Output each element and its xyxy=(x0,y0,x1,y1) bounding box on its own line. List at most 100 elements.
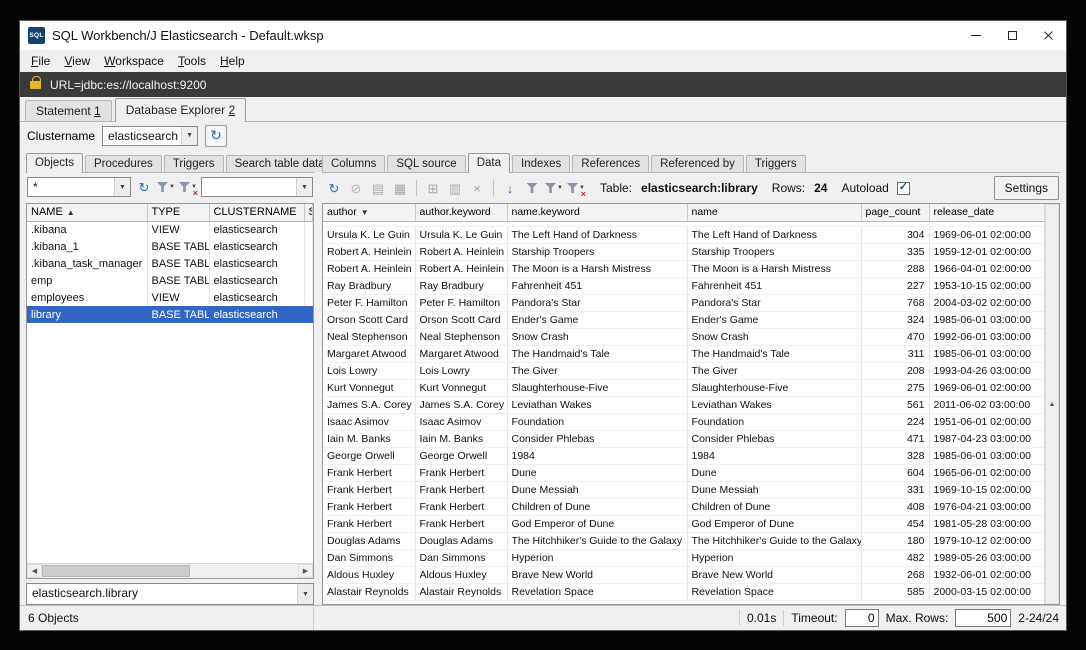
data-row[interactable]: Alastair ReynoldsAlastair ReynoldsRevela… xyxy=(323,583,1044,600)
object-cell[interactable] xyxy=(304,238,313,255)
data-cell[interactable]: Dune xyxy=(687,464,861,481)
data-cell[interactable]: Kurt Vonnegut xyxy=(415,379,507,396)
data-cell[interactable]: Margaret Atwood xyxy=(415,345,507,362)
data-cell[interactable]: Pandora's Star xyxy=(507,294,687,311)
data-row[interactable]: Frank HerbertFrank HerbertDune MessiahDu… xyxy=(323,481,1044,498)
data-cell[interactable]: Iain M. Banks xyxy=(415,430,507,447)
tab-statement-1[interactable]: Statement 1 xyxy=(25,100,112,121)
data-row[interactable]: Orson Scott CardOrson Scott CardEnder's … xyxy=(323,311,1044,328)
objects-col-clustername[interactable]: CLUSTERNAME xyxy=(209,204,304,221)
data-cell[interactable]: Slaughterhouse-Five xyxy=(687,379,861,396)
objects-col-s[interactable]: S xyxy=(304,204,313,221)
data-vertical-scrollbar[interactable]: ▲ ▼ xyxy=(1044,204,1059,604)
clustername-select[interactable]: elasticsearch ▼ xyxy=(102,126,198,146)
data-cell[interactable]: Pandora's Star xyxy=(687,294,861,311)
data-cell[interactable]: Foundation xyxy=(507,413,687,430)
data-row[interactable]: Kurt VonnegutKurt VonnegutSlaughterhouse… xyxy=(323,379,1044,396)
data-row[interactable]: Ray BradburyRay BradburyFahrenheit 451Fa… xyxy=(323,277,1044,294)
object-cell[interactable]: employees xyxy=(27,289,147,306)
data-cell[interactable]: 335 xyxy=(861,243,929,260)
data-cell[interactable]: Dan Simmons xyxy=(323,549,415,566)
data-col-author-keyword[interactable]: author.keyword xyxy=(415,204,507,221)
data-cell[interactable]: 275 xyxy=(861,379,929,396)
data-cell[interactable]: Alastair Reynolds xyxy=(323,583,415,600)
data-cell[interactable]: James S.A. Corey xyxy=(415,396,507,413)
object-cell[interactable]: BASE TABLE xyxy=(147,238,209,255)
insert-row-icon[interactable]: ⊞ xyxy=(423,178,443,198)
data-cell[interactable]: 2011-06-02 03:00:00 xyxy=(929,396,1044,413)
data-cell[interactable]: George Orwell xyxy=(323,447,415,464)
filter-dropdown-icon[interactable]: ▼ xyxy=(156,177,176,197)
data-cell[interactable]: 1989-05-26 03:00:00 xyxy=(929,549,1044,566)
object-cell[interactable]: library xyxy=(27,306,147,323)
data-col-release-date[interactable]: release_date xyxy=(929,204,1044,221)
objects-horizontal-scrollbar[interactable]: ◀ ▶ xyxy=(27,563,313,578)
copy-row-icon[interactable]: ▥ xyxy=(445,178,465,198)
data-cell[interactable]: 2004-03-02 02:00:00 xyxy=(929,294,1044,311)
data-cell[interactable]: Frank Herbert xyxy=(415,464,507,481)
data-cell[interactable]: James S.A. Corey xyxy=(323,396,415,413)
object-filter-select[interactable]: * ▼ xyxy=(27,177,131,197)
object-cell[interactable]: .kibana_1 xyxy=(27,238,147,255)
object-cell[interactable] xyxy=(304,306,313,323)
scroll-right-button[interactable]: ▶ xyxy=(298,564,313,578)
data-cell[interactable]: Frank Herbert xyxy=(415,498,507,515)
data-cell[interactable]: 304 xyxy=(861,226,929,243)
data-cell[interactable]: Ender's Game xyxy=(687,311,861,328)
data-cell[interactable]: 1969-06-01 02:00:00 xyxy=(929,379,1044,396)
data-cell[interactable]: Revelation Space xyxy=(687,583,861,600)
data-cell[interactable]: The Hitchhiker's Guide to the Galaxy xyxy=(687,532,861,549)
data-cell[interactable]: 1969-10-15 02:00:00 xyxy=(929,481,1044,498)
explorer-tab-triggers[interactable]: Triggers xyxy=(164,155,224,172)
spreadsheet-icon[interactable]: ▦ xyxy=(390,178,410,198)
object-cell[interactable]: .kibana xyxy=(27,221,147,238)
object-row[interactable]: empBASE TABLEelasticsearch xyxy=(27,272,313,289)
data-cell[interactable]: Robert A. Heinlein xyxy=(415,243,507,260)
data-cell[interactable]: 471 xyxy=(861,430,929,447)
detail-tab-columns[interactable]: Columns xyxy=(322,155,385,172)
title-bar[interactable]: SQL SQL Workbench/J Elasticsearch - Defa… xyxy=(20,21,1066,50)
data-cell[interactable]: Children of Dune xyxy=(507,498,687,515)
object-cell[interactable]: VIEW xyxy=(147,221,209,238)
object-cell[interactable]: elasticsearch xyxy=(209,255,304,272)
data-row[interactable]: Frank HerbertFrank HerbertChildren of Du… xyxy=(323,498,1044,515)
data-row[interactable]: Neal StephensonNeal StephensonSnow Crash… xyxy=(323,328,1044,345)
data-cell[interactable]: 2000-03-15 02:00:00 xyxy=(929,583,1044,600)
fetch-more-icon[interactable]: ↓ xyxy=(500,178,520,198)
data-cell[interactable]: Douglas Adams xyxy=(415,532,507,549)
data-cell[interactable]: Frank Herbert xyxy=(415,515,507,532)
max-rows-input[interactable] xyxy=(955,609,1011,627)
secondary-filter-select[interactable]: ▼ xyxy=(201,177,313,197)
data-cell[interactable]: Aldous Huxley xyxy=(415,566,507,583)
data-cell[interactable]: Peter F. Hamilton xyxy=(415,294,507,311)
data-cell[interactable]: 454 xyxy=(861,515,929,532)
minimize-button[interactable] xyxy=(958,21,994,50)
data-row[interactable]: Lois LowryLois LowryThe GiverThe Giver20… xyxy=(323,362,1044,379)
data-cell[interactable]: 1959-12-01 02:00:00 xyxy=(929,243,1044,260)
scroll-left-button[interactable]: ◀ xyxy=(27,564,42,578)
object-row-selected[interactable]: libraryBASE TABLEelasticsearch xyxy=(27,306,313,323)
data-cell[interactable]: 1984 xyxy=(687,447,861,464)
objects-col-name[interactable]: NAME▲ xyxy=(27,204,147,221)
object-cell[interactable]: elasticsearch xyxy=(209,289,304,306)
autoload-checkbox[interactable]: ✓ xyxy=(897,182,910,195)
data-cell[interactable]: 1987-04-23 03:00:00 xyxy=(929,430,1044,447)
data-cell[interactable]: 268 xyxy=(861,566,929,583)
data-cell[interactable]: 180 xyxy=(861,532,929,549)
remove-filter-icon[interactable]: ×▼ xyxy=(178,177,198,197)
data-cell[interactable]: 1951-06-01 02:00:00 xyxy=(929,413,1044,430)
data-cell[interactable]: Neal Stephenson xyxy=(415,328,507,345)
data-cell[interactable]: Consider Phlebas xyxy=(687,430,861,447)
data-cell[interactable]: God Emperor of Dune xyxy=(687,515,861,532)
data-cell[interactable]: Frank Herbert xyxy=(323,481,415,498)
data-cell[interactable]: Dune Messiah xyxy=(687,481,861,498)
object-cell[interactable]: elasticsearch xyxy=(209,272,304,289)
data-cell[interactable]: Starship Troopers xyxy=(507,243,687,260)
data-cell[interactable]: Foundation xyxy=(687,413,861,430)
data-cell[interactable]: Robert A. Heinlein xyxy=(415,260,507,277)
data-cell[interactable]: Dune xyxy=(507,464,687,481)
data-cell[interactable]: Margaret Atwood xyxy=(323,345,415,362)
data-cell[interactable]: 227 xyxy=(861,277,929,294)
data-cell[interactable]: Snow Crash xyxy=(507,328,687,345)
data-cell[interactable]: Iain M. Banks xyxy=(323,430,415,447)
